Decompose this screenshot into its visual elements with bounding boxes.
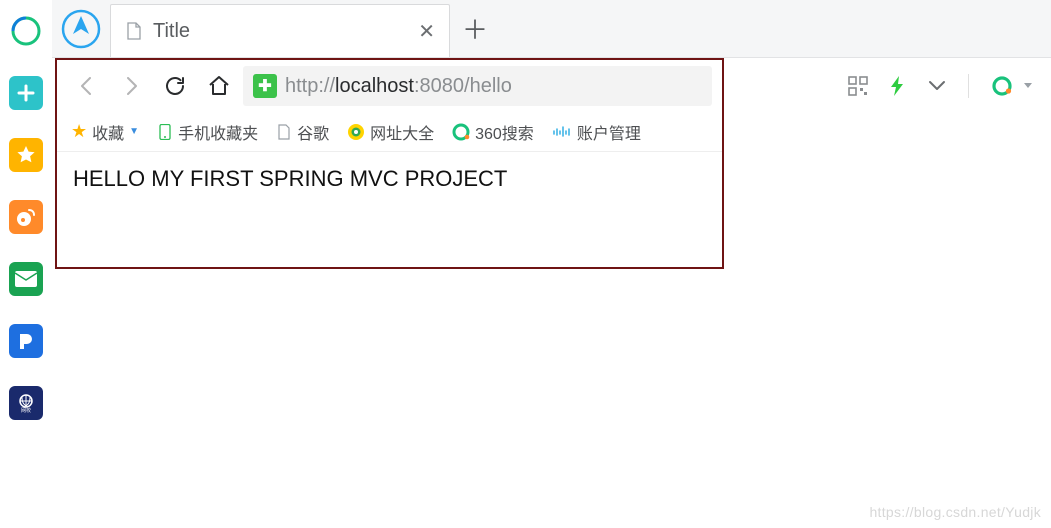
reload-button[interactable]	[155, 66, 195, 106]
address-bar: ✚ http://localhost:8080/hello	[57, 60, 722, 112]
home-icon	[207, 74, 231, 98]
dropdown-triangle-icon: ▼	[129, 126, 139, 137]
star-icon: ★	[71, 121, 87, 142]
bookmark-google[interactable]: 谷歌	[276, 120, 329, 144]
bookmark-phone[interactable]: 手机收藏夹	[157, 120, 258, 144]
qr-icon	[848, 76, 868, 96]
compass-icon[interactable]	[52, 0, 110, 57]
bookmark-360search[interactable]: 360搜索	[452, 120, 534, 144]
new-tab-button[interactable]: ＋	[450, 0, 500, 57]
url-field[interactable]: ✚ http://localhost:8080/hello	[243, 66, 712, 106]
ring-icon	[452, 123, 470, 141]
cisco-icon	[552, 126, 572, 138]
favorites-label: 收藏	[92, 120, 124, 144]
tab-strip: Title ✕ ＋	[52, 0, 1051, 58]
highlighted-region: ✚ http://localhost:8080/hello ★ 收藏 ▼ 手机收…	[55, 58, 724, 269]
bookmark-label: 网址大全	[370, 120, 434, 144]
active-tab[interactable]: Title ✕	[110, 4, 450, 57]
speed-button[interactable]	[890, 76, 906, 96]
rail-favorites-app[interactable]	[9, 138, 43, 172]
chevron-down-icon	[928, 80, 946, 92]
document-icon	[276, 124, 292, 140]
chevron-left-icon	[76, 75, 98, 97]
rail-weibo-app[interactable]	[9, 200, 43, 234]
rail-plus-app[interactable]	[9, 76, 43, 110]
reload-icon	[163, 74, 187, 98]
security-shield-icon: ✚	[253, 74, 277, 98]
chevron-right-icon	[120, 75, 142, 97]
forward-button[interactable]	[111, 66, 151, 106]
rail-mail-app[interactable]	[9, 262, 43, 296]
menu-dropdown[interactable]	[928, 80, 946, 92]
bookmarks-bar: ★ 收藏 ▼ 手机收藏夹 谷歌 网址大全 360搜索	[57, 112, 722, 152]
rail-pptv-app[interactable]	[9, 324, 43, 358]
tab-title: Title	[153, 20, 408, 43]
tab-close-button[interactable]: ✕	[418, 19, 435, 44]
watermark-text: https://blog.csdn.net/Yudjk	[869, 504, 1041, 520]
bookmark-directory[interactable]: 网址大全	[347, 120, 434, 144]
rail-globe-app[interactable]: 网校	[9, 386, 43, 420]
ring-icon	[991, 75, 1013, 97]
rail-browser-logo[interactable]	[9, 14, 43, 48]
qr-button[interactable]	[848, 76, 868, 96]
browser-main: Title ✕ ＋ ✚ http://localhost:8080/hello	[52, 0, 1051, 528]
back-button[interactable]	[67, 66, 107, 106]
shield-360-icon	[347, 123, 365, 141]
home-button[interactable]	[199, 66, 239, 106]
url-scheme: http://	[285, 75, 335, 97]
search-engine-button[interactable]	[991, 75, 1013, 97]
search-dropdown[interactable]	[1023, 82, 1033, 90]
toolbar-right	[848, 66, 1033, 106]
favorites-button[interactable]: ★ 收藏 ▼	[71, 120, 139, 144]
left-app-rail: 网校	[0, 0, 52, 528]
phone-icon	[157, 124, 173, 140]
triangle-down-icon	[1023, 82, 1033, 90]
bookmark-label: 谷歌	[297, 120, 329, 144]
bookmark-label: 账户管理	[577, 120, 641, 144]
bookmark-label: 360搜索	[475, 120, 534, 144]
page-content: HELLO MY FIRST SPRING MVC PROJECT	[57, 152, 722, 206]
toolbar-separator	[968, 74, 969, 98]
page-body-text: HELLO MY FIRST SPRING MVC PROJECT	[73, 166, 507, 191]
svg-text:网校: 网校	[21, 407, 31, 414]
bolt-icon	[890, 76, 906, 96]
url-text: http://localhost:8080/hello	[285, 75, 512, 98]
bookmark-label: 手机收藏夹	[178, 120, 258, 144]
url-rest: :8080/hello	[414, 75, 512, 97]
url-host: localhost	[335, 75, 414, 97]
bookmark-account[interactable]: 账户管理	[552, 120, 641, 144]
document-icon	[125, 22, 143, 40]
